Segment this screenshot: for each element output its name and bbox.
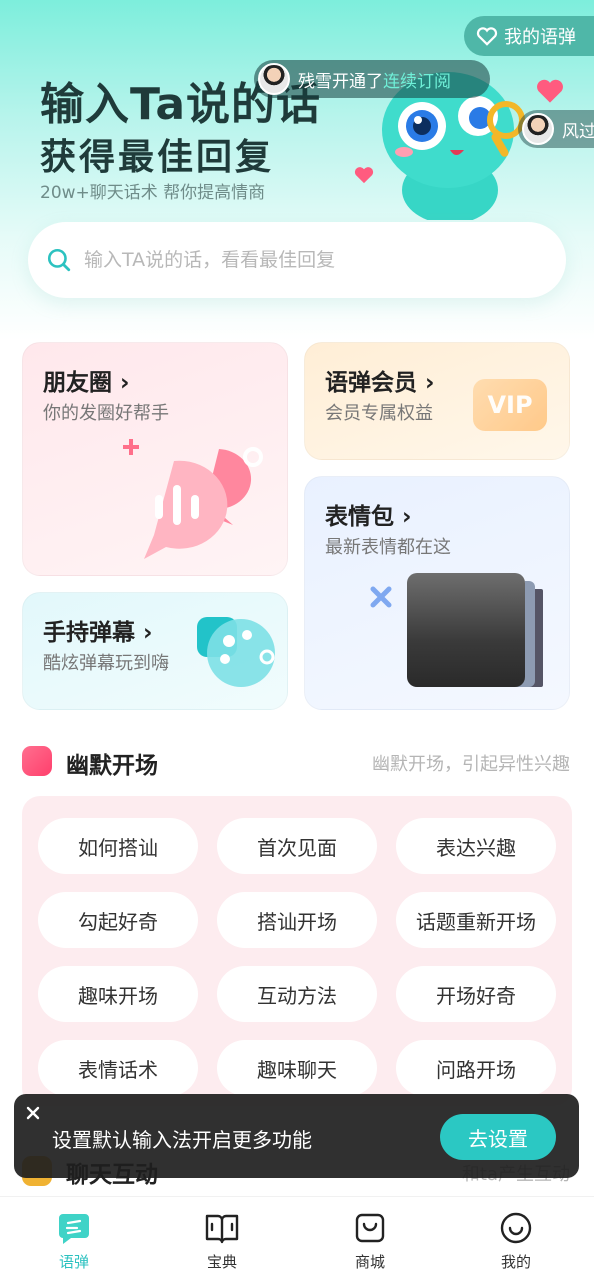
danmu-card-subtitle: 酷炫弹幕玩到嗨 xyxy=(43,653,169,674)
tab-shop[interactable]: 商城 xyxy=(320,1211,420,1275)
heart-outline-icon xyxy=(476,27,498,46)
search-icon xyxy=(47,248,71,272)
my-favorites-button[interactable]: 我的语弹 xyxy=(464,16,594,56)
topic-chip[interactable]: 趣味开场 xyxy=(38,966,198,1022)
smiley-face-icon xyxy=(500,1212,532,1244)
avatar xyxy=(522,113,554,145)
search-input[interactable] xyxy=(84,249,524,271)
avatar xyxy=(258,63,290,95)
tab-label: 商城 xyxy=(354,1253,385,1271)
moments-card-subtitle: 你的发圈好帮手 xyxy=(43,403,169,424)
topic-chip[interactable]: 如何搭讪 xyxy=(38,818,198,874)
topic-chip[interactable]: 表达兴趣 xyxy=(396,818,556,874)
bottom-tab-bar: 语弹 宝典 商城 我的 xyxy=(0,1196,594,1280)
emoji-card-title: 表情包 › xyxy=(325,504,412,530)
vip-badge-icon: VIP xyxy=(473,379,547,431)
topic-chip[interactable]: 趣味聊天 xyxy=(217,1040,377,1096)
chevron-right-icon: › xyxy=(402,504,412,530)
humor-section-title: 幽默开场 xyxy=(66,753,158,779)
moments-card[interactable]: 朋友圈 › 你的发圈好帮手 xyxy=(22,342,288,576)
topic-chip[interactable]: 互动方法 xyxy=(217,966,377,1022)
hero-subtitle: 20w+聊天话术 帮你提高情商 xyxy=(40,183,266,203)
chevron-right-icon: › xyxy=(425,370,435,396)
emoji-card-subtitle: 最新表情都在这 xyxy=(325,537,451,558)
danmu-card[interactable]: 手持弹幕 › 酷炫弹幕玩到嗨 xyxy=(22,592,288,710)
topic-chip[interactable]: 问路开场 xyxy=(396,1040,556,1096)
my-favorites-label: 我的语弹 xyxy=(504,27,576,48)
topic-chip[interactable]: 首次见面 xyxy=(217,818,377,874)
input-method-toast: 设置默认输入法开启更多功能 去设置 xyxy=(14,1094,579,1178)
subscription-notice-next: 风过 xyxy=(518,110,594,148)
emoji-card[interactable]: 表情包 › 最新表情都在这 xyxy=(304,476,570,710)
topic-chip[interactable]: 搭讪开场 xyxy=(217,892,377,948)
palette-icon xyxy=(197,617,275,687)
humor-section-icon xyxy=(22,746,52,776)
toast-message: 设置默认输入法开启更多功能 xyxy=(52,1128,312,1152)
subscription-notice: 残雪开通了连续订阅 xyxy=(254,60,490,98)
hero-title-line2: 获得最佳回复 xyxy=(40,137,275,178)
heart-decoration-icon xyxy=(354,167,374,184)
moments-card-title: 朋友圈 › xyxy=(43,370,130,396)
search-bar[interactable] xyxy=(28,222,566,298)
emoji-preview-image xyxy=(407,573,525,687)
chevron-right-icon: › xyxy=(120,370,130,396)
humor-section-hint: 幽默开场，引起异性兴趣 xyxy=(372,754,570,775)
topic-chip[interactable]: 表情话术 xyxy=(38,1040,198,1096)
heart-decoration-icon xyxy=(537,79,563,103)
book-icon xyxy=(205,1214,239,1244)
vip-card-subtitle: 会员专属权益 xyxy=(325,403,433,424)
tab-label: 语弹 xyxy=(58,1253,89,1271)
humor-topics-panel: 如何搭讪 首次见面 表达兴趣 勾起好奇 搭讪开场 话题重新开场 趣味开场 互动方… xyxy=(22,796,572,1106)
topic-chip[interactable]: 话题重新开场 xyxy=(396,892,556,948)
tab-label: 我的 xyxy=(500,1253,531,1271)
chat-bubble-tab-icon xyxy=(59,1214,89,1244)
topic-chip[interactable]: 勾起好奇 xyxy=(38,892,198,948)
topic-chip[interactable]: 开场好奇 xyxy=(396,966,556,1022)
shopping-bag-icon xyxy=(355,1213,385,1243)
go-settings-button[interactable]: 去设置 xyxy=(440,1114,556,1160)
tab-baodian[interactable]: 宝典 xyxy=(172,1211,272,1275)
close-icon xyxy=(26,1106,40,1120)
cross-decoration-icon xyxy=(370,586,392,608)
notice-user: 风过 xyxy=(562,121,594,142)
notice-text: 残雪开通了连续订阅 xyxy=(298,71,451,92)
close-toast-button[interactable] xyxy=(18,1098,48,1128)
chat-bubble-icon xyxy=(123,439,263,559)
danmu-card-title: 手持弹幕 › xyxy=(43,620,153,646)
vip-card[interactable]: 语弹会员 › 会员专属权益 VIP xyxy=(304,342,570,460)
vip-card-title: 语弹会员 › xyxy=(325,370,435,396)
tab-me[interactable]: 我的 xyxy=(466,1211,566,1275)
tab-label: 宝典 xyxy=(206,1253,237,1271)
tab-yudan[interactable]: 语弹 xyxy=(24,1211,124,1275)
chevron-right-icon: › xyxy=(143,620,153,646)
